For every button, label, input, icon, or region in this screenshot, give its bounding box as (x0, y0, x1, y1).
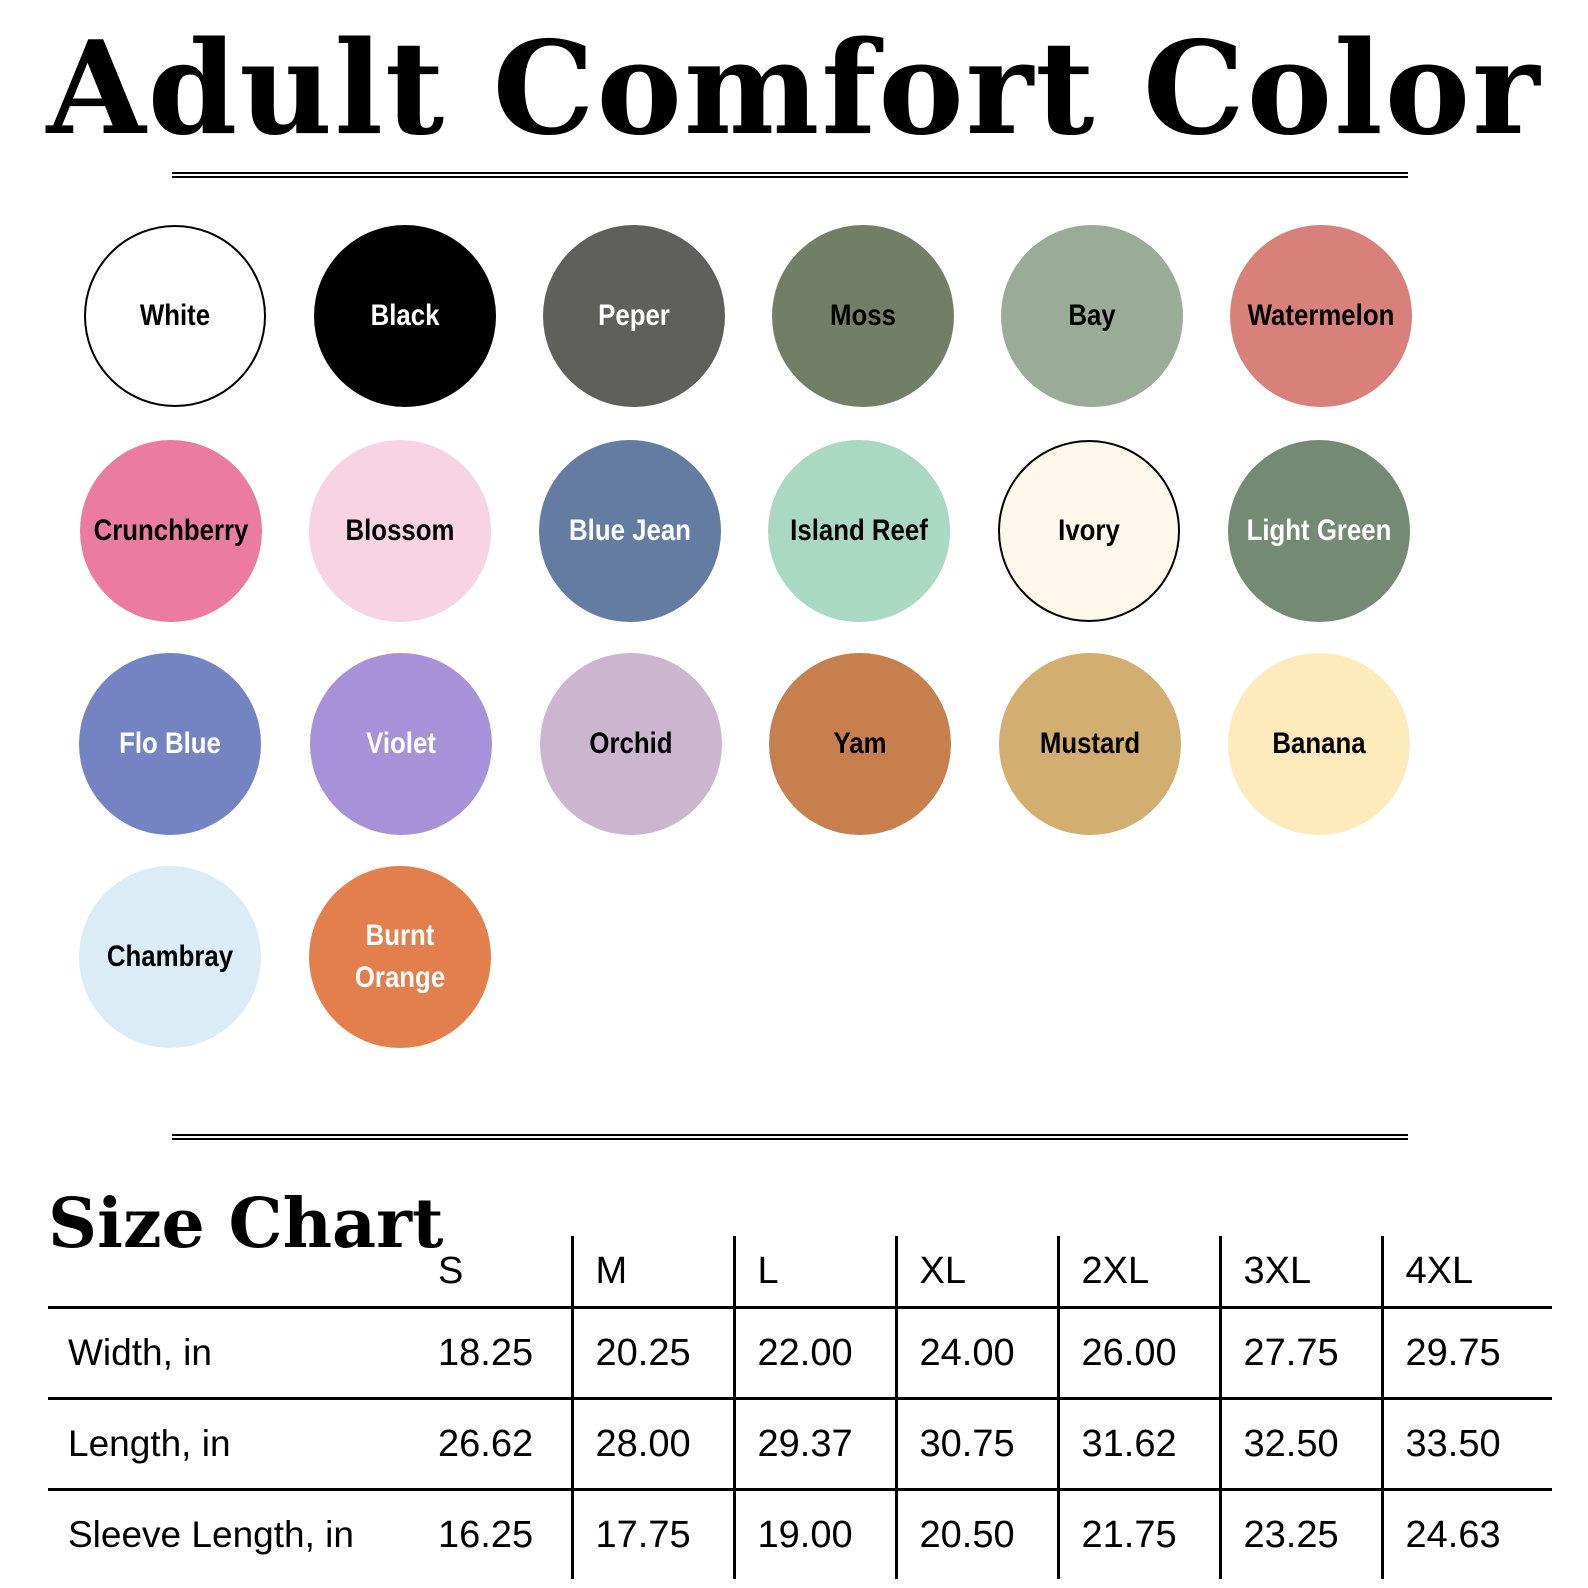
swatch-label: Bay (1068, 299, 1116, 332)
swatch-violet: Violet (310, 653, 492, 835)
swatch-label: Black (370, 299, 440, 332)
swatch-banana: Banana (1228, 653, 1410, 835)
table-cell: 30.75 (894, 1398, 1058, 1490)
size-header: S (438, 1249, 464, 1292)
table-cell: 29.37 (732, 1398, 896, 1490)
swatch-label: Yam (833, 727, 887, 760)
table-cell: 17.75 (570, 1489, 734, 1579)
size-header: 2XL (1056, 1236, 1220, 1308)
table-cell: 16.25 (438, 1513, 534, 1556)
swatch-label: Light Green (1246, 514, 1392, 547)
table-cell: 32.50 (1218, 1398, 1382, 1490)
table-cell: 26.00 (1056, 1307, 1220, 1399)
row-label: Width, in (68, 1332, 212, 1373)
swatch-label: Island Reef (790, 514, 928, 547)
table-cell: 23.25 (1218, 1489, 1382, 1579)
size-header: 4XL (1380, 1236, 1552, 1308)
size-header: M (570, 1236, 734, 1308)
table-row: Sleeve Length, in 16.25 17.75 19.00 20.5… (48, 1489, 1552, 1579)
top-divider (172, 172, 1408, 178)
swatch-label: Moss (830, 299, 896, 332)
table-cell: 26.62 (438, 1422, 534, 1465)
swatch-yam: Yam (769, 653, 951, 835)
table-cell: 19.00 (732, 1489, 896, 1579)
row-label-header (48, 1236, 438, 1308)
size-header: 3XL (1218, 1236, 1382, 1308)
swatch-island-reef: Island Reef (768, 440, 950, 622)
table-cell: 24.63 (1380, 1489, 1552, 1579)
swatch-black: Black (314, 225, 496, 407)
swatch-label: Flo Blue (119, 727, 221, 760)
swatch-peper: Peper (543, 225, 725, 407)
swatch-label: Crunchberry (93, 514, 249, 547)
table-cell: 29.75 (1380, 1307, 1552, 1399)
swatch-label: Watermelon (1247, 299, 1395, 332)
swatch-label: Chambray (106, 940, 234, 973)
table-cell: 22.00 (732, 1307, 896, 1399)
size-header-row: S M L XL 2XL 3XL 4XL (48, 1236, 1552, 1308)
row-label: Length, in (68, 1423, 231, 1464)
swatch-blossom: Blossom (309, 440, 491, 622)
swatch-light-green: Light Green (1228, 440, 1410, 622)
swatch-label: Mustard (1039, 727, 1141, 760)
swatch-moss: Moss (772, 225, 954, 407)
swatch-ivory: Ivory (998, 440, 1180, 622)
swatch-burnt-orange: Burnt Orange (309, 866, 491, 1048)
swatch-chambray: Chambray (79, 866, 261, 1048)
size-header: XL (894, 1236, 1058, 1308)
swatch-label: Banana (1272, 727, 1366, 760)
table-cell: 18.25 (438, 1331, 534, 1374)
swatch-orchid: Orchid (540, 653, 722, 835)
page-title: Adult Comfort Color (46, 14, 1542, 164)
swatch-watermelon: Watermelon (1230, 225, 1412, 407)
swatch-white: White (84, 225, 266, 407)
swatch-label: Blossom (345, 514, 455, 547)
swatch-mustard: Mustard (999, 653, 1181, 835)
swatch-label: Burnt Orange (354, 919, 446, 994)
table-cell: 24.00 (894, 1307, 1058, 1399)
bottom-divider (172, 1134, 1408, 1140)
table-row: Width, in 18.25 20.25 22.00 24.00 26.00 … (48, 1307, 1552, 1399)
table-cell: 33.50 (1380, 1398, 1552, 1490)
swatch-blue-jean: Blue Jean (539, 440, 721, 622)
swatch-label: Orchid (589, 727, 673, 760)
size-chart-table: S M L XL 2XL 3XL 4XL Width, in 18.25 20.… (48, 1236, 1552, 1579)
table-cell: 31.62 (1056, 1398, 1220, 1490)
table-cell: 21.75 (1056, 1489, 1220, 1579)
table-row: Length, in 26.62 28.00 29.37 30.75 31.62… (48, 1398, 1552, 1490)
swatch-flo-blue: Flo Blue (79, 653, 261, 835)
swatch-label: Blue Jean (569, 514, 691, 547)
row-label: Sleeve Length, in (68, 1514, 354, 1555)
swatch-label: Ivory (1058, 514, 1120, 547)
table-cell: 28.00 (570, 1398, 734, 1490)
swatch-crunchberry: Crunchberry (80, 440, 262, 622)
swatch-label: Peper (598, 299, 670, 332)
size-header: L (732, 1236, 896, 1308)
swatch-bay: Bay (1001, 225, 1183, 407)
table-cell: 20.50 (894, 1489, 1058, 1579)
swatch-label: White (139, 299, 211, 332)
table-cell: 20.25 (570, 1307, 734, 1399)
swatch-label: Violet (366, 727, 436, 760)
table-cell: 27.75 (1218, 1307, 1382, 1399)
